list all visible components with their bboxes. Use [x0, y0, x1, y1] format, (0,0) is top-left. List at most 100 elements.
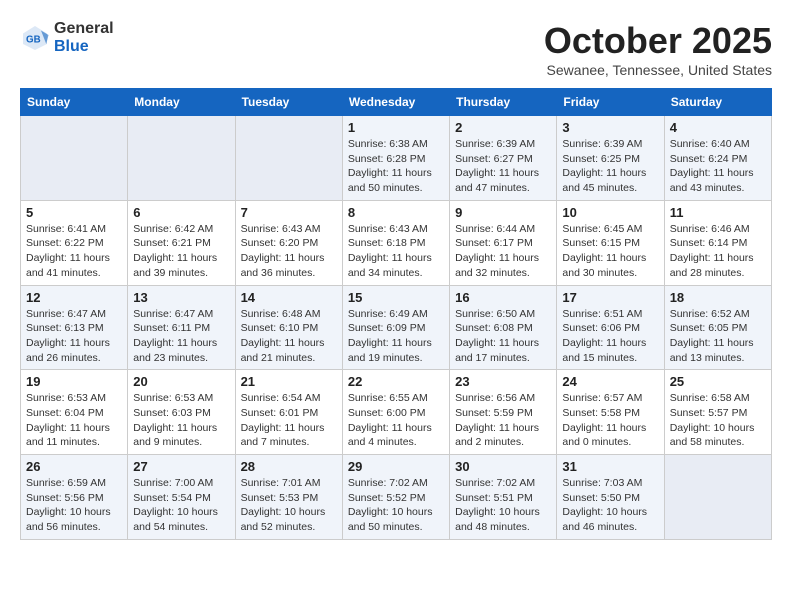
calendar-day-cell: 29 Sunrise: 7:02 AM Sunset: 5:52 PM Dayli…: [342, 455, 449, 540]
calendar-day-cell: 23 Sunrise: 6:56 AM Sunset: 5:59 PM Dayli…: [450, 370, 557, 455]
day-info: Sunrise: 7:00 AM Sunset: 5:54 PM Dayligh…: [133, 476, 229, 535]
day-info: Sunrise: 6:59 AM Sunset: 5:56 PM Dayligh…: [26, 476, 122, 535]
day-number: 22: [348, 374, 444, 389]
calendar-day-cell: [235, 116, 342, 201]
calendar-header-row: SundayMondayTuesdayWednesdayThursdayFrid…: [21, 89, 772, 116]
calendar-day-cell: 19 Sunrise: 6:53 AM Sunset: 6:04 PM Dayli…: [21, 370, 128, 455]
calendar-week-row: 1 Sunrise: 6:38 AM Sunset: 6:28 PM Daylig…: [21, 116, 772, 201]
calendar-day-cell: 16 Sunrise: 6:50 AM Sunset: 6:08 PM Dayli…: [450, 285, 557, 370]
calendar-day-cell: 27 Sunrise: 7:00 AM Sunset: 5:54 PM Dayli…: [128, 455, 235, 540]
calendar-week-row: 19 Sunrise: 6:53 AM Sunset: 6:04 PM Dayli…: [21, 370, 772, 455]
day-info: Sunrise: 6:49 AM Sunset: 6:09 PM Dayligh…: [348, 307, 444, 366]
calendar-day-cell: 8 Sunrise: 6:43 AM Sunset: 6:18 PM Daylig…: [342, 200, 449, 285]
day-number: 31: [562, 459, 658, 474]
day-info: Sunrise: 6:39 AM Sunset: 6:25 PM Dayligh…: [562, 137, 658, 196]
day-number: 10: [562, 205, 658, 220]
day-number: 5: [26, 205, 122, 220]
calendar-day-cell: 10 Sunrise: 6:45 AM Sunset: 6:15 PM Dayli…: [557, 200, 664, 285]
day-number: 18: [670, 290, 766, 305]
calendar-day-cell: 13Sunrise: 6:47 AM Sunset: 6:11 PM Dayli…: [128, 285, 235, 370]
calendar-day-cell: 18 Sunrise: 6:52 AM Sunset: 6:05 PM Dayli…: [664, 285, 771, 370]
svg-text:GB: GB: [26, 34, 41, 45]
calendar-day-cell: 15 Sunrise: 6:49 AM Sunset: 6:09 PM Dayli…: [342, 285, 449, 370]
column-header-wednesday: Wednesday: [342, 89, 449, 116]
day-number: 3: [562, 120, 658, 135]
day-info: Sunrise: 6:56 AM Sunset: 5:59 PM Dayligh…: [455, 391, 551, 450]
day-number: 4: [670, 120, 766, 135]
column-header-monday: Monday: [128, 89, 235, 116]
day-info: Sunrise: 6:42 AM Sunset: 6:21 PM Dayligh…: [133, 222, 229, 281]
day-number: 25: [670, 374, 766, 389]
calendar-day-cell: 17Sunrise: 6:51 AM Sunset: 6:06 PM Dayli…: [557, 285, 664, 370]
logo: GB General Blue: [20, 20, 114, 55]
month-title: October 2025: [544, 20, 772, 62]
day-info: Sunrise: 6:53 AM Sunset: 6:04 PM Dayligh…: [26, 391, 122, 450]
day-info: Sunrise: 6:53 AM Sunset: 6:03 PM Dayligh…: [133, 391, 229, 450]
calendar-day-cell: 7 Sunrise: 6:43 AM Sunset: 6:20 PM Daylig…: [235, 200, 342, 285]
calendar-day-cell: 11Sunrise: 6:46 AM Sunset: 6:14 PM Dayli…: [664, 200, 771, 285]
page-header: GB General Blue October 2025 Sewanee, Te…: [20, 20, 772, 78]
calendar-day-cell: 9 Sunrise: 6:44 AM Sunset: 6:17 PM Daylig…: [450, 200, 557, 285]
day-info: Sunrise: 6:47 AM Sunset: 6:13 PM Dayligh…: [26, 307, 122, 366]
day-info: Sunrise: 6:38 AM Sunset: 6:28 PM Dayligh…: [348, 137, 444, 196]
calendar-day-cell: 4 Sunrise: 6:40 AM Sunset: 6:24 PM Daylig…: [664, 116, 771, 201]
calendar-day-cell: 25 Sunrise: 6:58 AM Sunset: 5:57 PM Dayli…: [664, 370, 771, 455]
day-number: 16: [455, 290, 551, 305]
calendar-day-cell: 31 Sunrise: 7:03 AM Sunset: 5:50 PM Dayli…: [557, 455, 664, 540]
day-number: 11: [670, 205, 766, 220]
day-number: 9: [455, 205, 551, 220]
calendar-day-cell: 5Sunrise: 6:41 AM Sunset: 6:22 PM Daylig…: [21, 200, 128, 285]
day-number: 6: [133, 205, 229, 220]
day-info: Sunrise: 6:48 AM Sunset: 6:10 PM Dayligh…: [241, 307, 337, 366]
logo-text: General Blue: [54, 20, 114, 55]
day-number: 20: [133, 374, 229, 389]
day-number: 24: [562, 374, 658, 389]
day-info: Sunrise: 6:50 AM Sunset: 6:08 PM Dayligh…: [455, 307, 551, 366]
day-info: Sunrise: 6:58 AM Sunset: 5:57 PM Dayligh…: [670, 391, 766, 450]
day-info: Sunrise: 6:45 AM Sunset: 6:15 PM Dayligh…: [562, 222, 658, 281]
day-number: 27: [133, 459, 229, 474]
calendar-day-cell: 22Sunrise: 6:55 AM Sunset: 6:00 PM Dayli…: [342, 370, 449, 455]
day-info: Sunrise: 6:39 AM Sunset: 6:27 PM Dayligh…: [455, 137, 551, 196]
day-number: 8: [348, 205, 444, 220]
day-info: Sunrise: 6:52 AM Sunset: 6:05 PM Dayligh…: [670, 307, 766, 366]
calendar-day-cell: 20 Sunrise: 6:53 AM Sunset: 6:03 PM Dayli…: [128, 370, 235, 455]
calendar-day-cell: 1 Sunrise: 6:38 AM Sunset: 6:28 PM Daylig…: [342, 116, 449, 201]
day-number: 19: [26, 374, 122, 389]
day-info: Sunrise: 6:43 AM Sunset: 6:18 PM Dayligh…: [348, 222, 444, 281]
day-info: Sunrise: 7:01 AM Sunset: 5:53 PM Dayligh…: [241, 476, 337, 535]
day-number: 7: [241, 205, 337, 220]
column-header-saturday: Saturday: [664, 89, 771, 116]
day-info: Sunrise: 7:02 AM Sunset: 5:52 PM Dayligh…: [348, 476, 444, 535]
day-info: Sunrise: 6:57 AM Sunset: 5:58 PM Dayligh…: [562, 391, 658, 450]
column-header-sunday: Sunday: [21, 89, 128, 116]
day-number: 23: [455, 374, 551, 389]
day-info: Sunrise: 6:40 AM Sunset: 6:24 PM Dayligh…: [670, 137, 766, 196]
day-info: Sunrise: 6:43 AM Sunset: 6:20 PM Dayligh…: [241, 222, 337, 281]
day-number: 2: [455, 120, 551, 135]
calendar-day-cell: 21 Sunrise: 6:54 AM Sunset: 6:01 PM Dayli…: [235, 370, 342, 455]
calendar-week-row: 12Sunrise: 6:47 AM Sunset: 6:13 PM Dayli…: [21, 285, 772, 370]
location-subtitle: Sewanee, Tennessee, United States: [544, 62, 772, 78]
day-info: Sunrise: 7:02 AM Sunset: 5:51 PM Dayligh…: [455, 476, 551, 535]
day-number: 17: [562, 290, 658, 305]
day-info: Sunrise: 7:03 AM Sunset: 5:50 PM Dayligh…: [562, 476, 658, 535]
calendar-day-cell: 26Sunrise: 6:59 AM Sunset: 5:56 PM Dayli…: [21, 455, 128, 540]
day-number: 15: [348, 290, 444, 305]
calendar-day-cell: 2 Sunrise: 6:39 AM Sunset: 6:27 PM Daylig…: [450, 116, 557, 201]
column-header-tuesday: Tuesday: [235, 89, 342, 116]
day-number: 13: [133, 290, 229, 305]
logo-general-text: General: [54, 20, 114, 38]
calendar-week-row: 5Sunrise: 6:41 AM Sunset: 6:22 PM Daylig…: [21, 200, 772, 285]
calendar-day-cell: 6 Sunrise: 6:42 AM Sunset: 6:21 PM Daylig…: [128, 200, 235, 285]
day-info: Sunrise: 6:54 AM Sunset: 6:01 PM Dayligh…: [241, 391, 337, 450]
calendar-day-cell: 24 Sunrise: 6:57 AM Sunset: 5:58 PM Dayli…: [557, 370, 664, 455]
calendar-day-cell: 30Sunrise: 7:02 AM Sunset: 5:51 PM Dayli…: [450, 455, 557, 540]
day-number: 29: [348, 459, 444, 474]
day-number: 21: [241, 374, 337, 389]
day-number: 1: [348, 120, 444, 135]
column-header-thursday: Thursday: [450, 89, 557, 116]
day-info: Sunrise: 6:44 AM Sunset: 6:17 PM Dayligh…: [455, 222, 551, 281]
day-number: 14: [241, 290, 337, 305]
title-block: October 2025 Sewanee, Tennessee, United …: [544, 20, 772, 78]
